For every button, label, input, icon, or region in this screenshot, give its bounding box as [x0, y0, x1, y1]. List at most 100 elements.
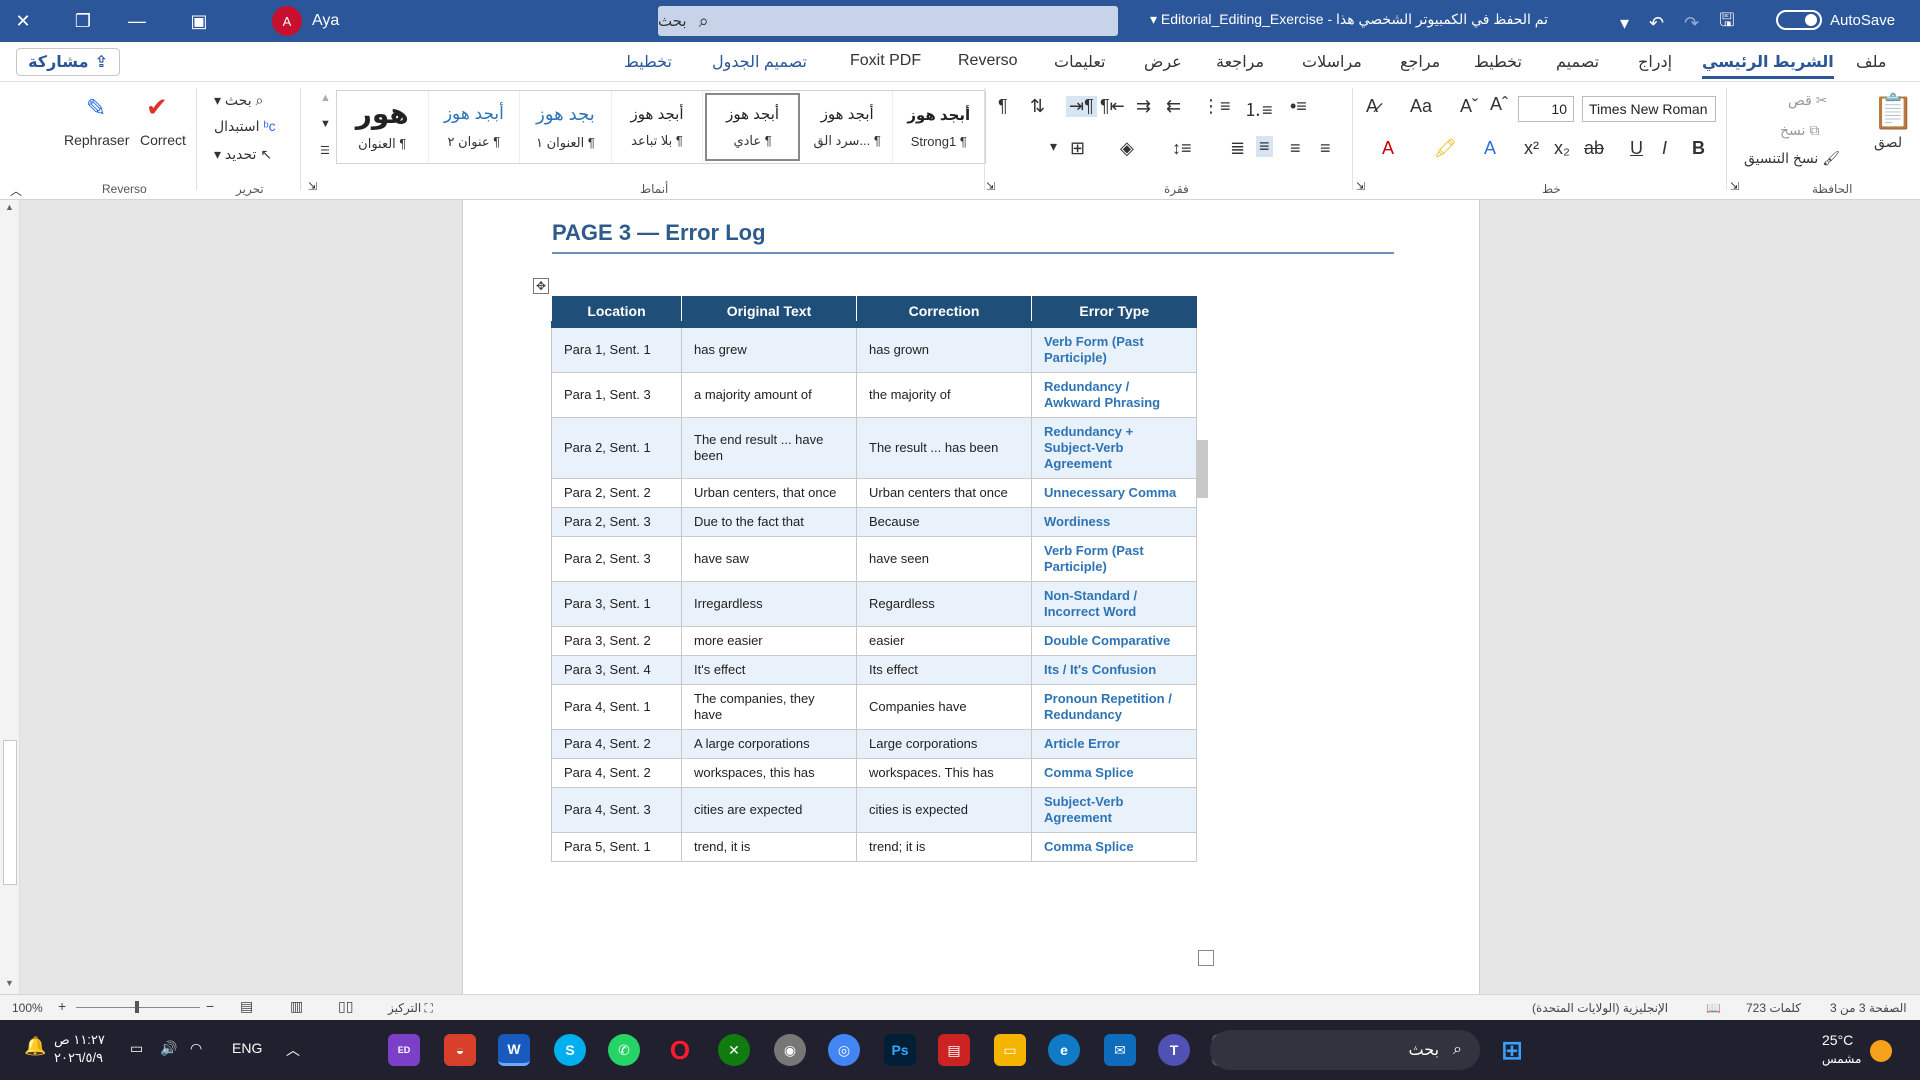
cell-correction[interactable]: Its effect: [856, 654, 1032, 685]
customize-qat-icon[interactable]: ▾: [1620, 13, 1629, 34]
start-icon[interactable]: ⊞: [1496, 1034, 1528, 1066]
tab-design[interactable]: تصميم: [1556, 52, 1599, 72]
undo-icon[interactable]: ↶: [1649, 13, 1664, 34]
print-layout-icon[interactable]: ▥: [290, 998, 303, 1015]
weather-temp[interactable]: 25°C: [1822, 1032, 1853, 1048]
file-explorer-icon[interactable]: ▭: [994, 1034, 1026, 1066]
zoom-slider-thumb[interactable]: [135, 1001, 139, 1013]
cell-error-type[interactable]: Comma Splice: [1031, 757, 1197, 788]
tab-foxit-pdf[interactable]: Foxit PDF: [850, 52, 921, 70]
weather-desc[interactable]: مشمس: [1822, 1052, 1861, 1066]
change-case-icon[interactable]: Aa: [1410, 96, 1432, 117]
tab-help[interactable]: تعليمات: [1054, 52, 1105, 72]
cell-error-type[interactable]: Double Comparative: [1031, 625, 1197, 656]
italic-icon[interactable]: I: [1662, 138, 1667, 159]
dialog-launcher-icon[interactable]: ⇲: [986, 180, 995, 193]
sort-icon[interactable]: ⇅: [1030, 96, 1045, 117]
chrome-profile-icon[interactable]: ◉: [774, 1034, 806, 1066]
font-color-icon[interactable]: A: [1382, 138, 1394, 159]
ribbon-display-icon[interactable]: ▣: [176, 0, 222, 42]
focus-button[interactable]: التركيز ⛶: [388, 1001, 433, 1016]
tab-references[interactable]: مراجع: [1400, 52, 1440, 72]
cell-correction[interactable]: have seen: [856, 535, 1032, 582]
web-layout-icon[interactable]: ▤: [240, 998, 253, 1015]
vertical-scrollbar[interactable]: ▲ ▼: [0, 200, 20, 994]
rephraser-button[interactable]: Rephraser: [64, 132, 129, 148]
cell-original-text[interactable]: has grew: [681, 323, 857, 373]
cell-original-text[interactable]: trend, it is: [681, 831, 857, 862]
tray-overflow-icon[interactable]: ︿: [286, 1040, 300, 1060]
search-input[interactable]: ⌕ بحث: [658, 6, 1118, 36]
style-heading-1[interactable]: بجد هوز العنوان ١ ¶: [520, 91, 612, 163]
word-app-icon[interactable]: W: [498, 1034, 530, 1066]
multilevel-list-icon[interactable]: ⋮≡: [1202, 96, 1231, 117]
numbering-icon[interactable]: ⒈≡: [1244, 96, 1273, 122]
correct-button[interactable]: Correct: [140, 132, 186, 148]
zoom-level[interactable]: 100%: [12, 1001, 43, 1015]
center-icon[interactable]: ≡: [1290, 138, 1301, 159]
cell-error-type[interactable]: Article Error: [1031, 728, 1197, 759]
pdf-app-icon[interactable]: ▤: [938, 1034, 970, 1066]
rephraser-icon[interactable]: ✎: [86, 94, 106, 123]
cell-original-text[interactable]: The companies, they have: [681, 683, 857, 730]
tab-view[interactable]: عرض: [1144, 52, 1182, 72]
read-mode-icon[interactable]: ▯▯: [338, 998, 353, 1015]
borders-dropdown-icon[interactable]: ▾: [1050, 138, 1057, 155]
style-normal[interactable]: أبجد هوز عادي ¶: [705, 93, 800, 161]
skype-icon[interactable]: S: [554, 1034, 586, 1066]
cell-location[interactable]: Para 4, Sent. 3: [551, 786, 682, 833]
cell-original-text[interactable]: have saw: [681, 535, 857, 582]
cell-error-type[interactable]: Unnecessary Comma: [1031, 477, 1197, 508]
shading-icon[interactable]: ◈: [1120, 138, 1134, 159]
superscript-icon[interactable]: x²: [1524, 138, 1539, 159]
style-title[interactable]: هور العنوان ¶: [337, 91, 429, 163]
style-list-paragraph[interactable]: أبجد هوز سرد الق... ¶: [802, 91, 894, 163]
zoom-out-icon[interactable]: −: [206, 998, 214, 1014]
tab-mailings[interactable]: مراسلات: [1302, 52, 1362, 72]
cell-location[interactable]: Para 1, Sent. 1: [551, 323, 682, 373]
increase-indent-icon[interactable]: ⇉: [1136, 96, 1151, 117]
cell-error-type[interactable]: Its / It's Confusion: [1031, 654, 1197, 685]
cell-original-text[interactable]: workspaces, this has: [681, 757, 857, 788]
cut-button[interactable]: قص ✂: [1788, 92, 1827, 109]
notifications-icon[interactable]: 🔔: [24, 1036, 46, 1057]
show-formatting-marks-icon[interactable]: ¶: [998, 96, 1008, 117]
tab-home[interactable]: الشريط الرئيسي: [1702, 52, 1834, 79]
table-resize-handle[interactable]: [1198, 950, 1214, 966]
cell-location[interactable]: Para 5, Sent. 1: [551, 831, 682, 862]
cell-location[interactable]: Para 4, Sent. 2: [551, 757, 682, 788]
tab-table-layout[interactable]: تخطيط: [624, 52, 672, 72]
cell-error-type[interactable]: Non-Standard / Incorrect Word: [1031, 580, 1197, 627]
cell-correction[interactable]: Urban centers that once: [856, 477, 1032, 508]
styles-more-icon[interactable]: ☰: [320, 144, 330, 157]
cell-original-text[interactable]: Irregardless: [681, 580, 857, 627]
replace-button[interactable]: استبدال ᵇc: [214, 118, 276, 135]
cell-correction[interactable]: Companies have: [856, 683, 1032, 730]
whatsapp-icon[interactable]: ✆: [608, 1034, 640, 1066]
cell-location[interactable]: Para 2, Sent. 2: [551, 477, 682, 508]
cell-location[interactable]: Para 2, Sent. 3: [551, 506, 682, 537]
dialog-launcher-icon[interactable]: ⇲: [1730, 180, 1739, 193]
battery-icon[interactable]: ▭: [130, 1040, 143, 1057]
cell-correction[interactable]: the majority of: [856, 371, 1032, 418]
autosave-toggle[interactable]: AutoSave: [1776, 10, 1895, 30]
cell-correction[interactable]: easier: [856, 625, 1032, 656]
cell-error-type[interactable]: Redundancy / Awkward Phrasing: [1031, 371, 1197, 418]
close-icon[interactable]: ✕: [0, 0, 46, 42]
ltr-direction-icon[interactable]: ¶⇤: [1100, 96, 1125, 117]
find-button[interactable]: ▾ بحث ⌕: [214, 92, 263, 109]
cell-original-text[interactable]: The end result ... have been: [681, 416, 857, 479]
cell-original-text[interactable]: It's effect: [681, 654, 857, 685]
line-spacing-icon[interactable]: ↕≡: [1172, 138, 1192, 159]
word-count[interactable]: 723 كلمات: [1746, 1001, 1801, 1015]
styles-scroll-up-icon[interactable]: ▲: [320, 92, 331, 104]
select-button[interactable]: ▾ تحديد ↖: [214, 146, 272, 163]
cell-original-text[interactable]: Urban centers, that once: [681, 477, 857, 508]
dialog-launcher-icon[interactable]: ⇲: [1356, 180, 1365, 193]
document-title[interactable]: ▾ Editorial_Editing_Exercise - تم الحفظ …: [1150, 11, 1548, 28]
autosave-switch[interactable]: [1776, 10, 1822, 30]
cell-error-type[interactable]: Wordiness: [1031, 506, 1197, 537]
shrink-font-icon[interactable]: Aˇ: [1460, 96, 1478, 117]
borders-icon[interactable]: ⊞: [1070, 138, 1085, 159]
cell-error-type[interactable]: Subject-Verb Agreement: [1031, 786, 1197, 833]
